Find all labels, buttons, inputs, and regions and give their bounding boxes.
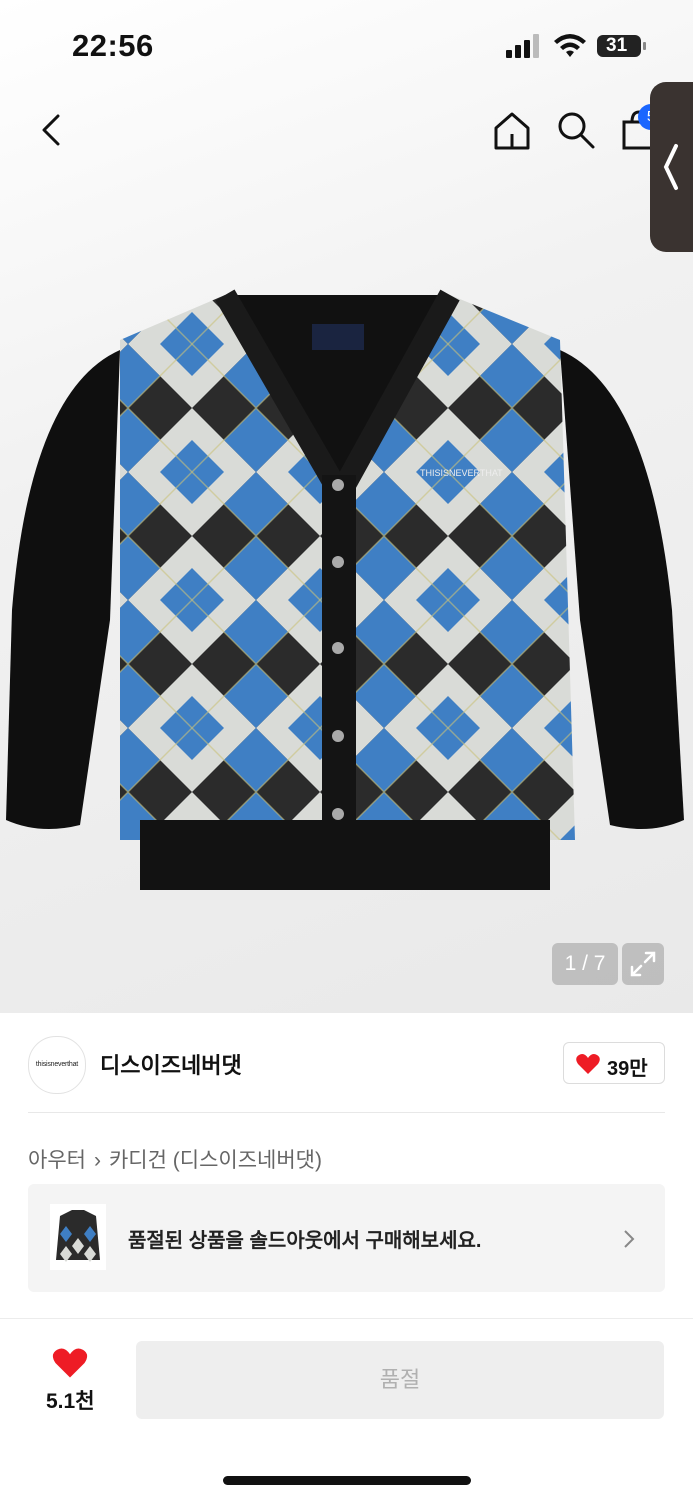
expand-icon[interactable] [622, 943, 664, 985]
brand-like-count: 39만 [607, 1058, 648, 1080]
soldout-banner-text: 품절된 상품을 솔드아웃에서 구매해보세요. [128, 1230, 482, 1252]
brand-like-button[interactable]: 39만 [563, 1042, 665, 1084]
favorite-heart-icon[interactable] [52, 1347, 88, 1379]
product-image[interactable]: THISISNEVERTHAT [0, 280, 693, 900]
back-icon[interactable] [36, 112, 68, 148]
status-bar: 22:56 31 [0, 0, 693, 90]
brand-logo[interactable]: thisisneverthat [28, 1036, 86, 1094]
product-thumbnail [50, 1204, 106, 1270]
home-icon[interactable] [492, 110, 532, 152]
battery-icon: 31 [596, 34, 648, 58]
soldout-buy-button[interactable]: 품절 [136, 1341, 664, 1419]
product-gallery[interactable]: THISISNEVERTHAT 22:56 31 1 / 7 [0, 0, 693, 1013]
bottom-action-bar: 5.1천 품절 [0, 1318, 693, 1501]
chevron-left-icon [663, 144, 678, 190]
chevron-right-icon: › [93, 1149, 101, 1172]
product-logo-text: THISISNEVERTHAT [420, 468, 503, 478]
heart-icon [576, 1054, 600, 1074]
status-time: 22:56 [72, 28, 154, 63]
breadcrumb: 아우터 › 카디건 (디스이즈네버댓) [28, 1144, 322, 1174]
search-icon[interactable] [556, 110, 596, 150]
side-panel-handle[interactable] [650, 82, 693, 252]
brand-name[interactable]: 디스이즈네버댓 [100, 1048, 242, 1080]
soldout-banner[interactable]: 품절된 상품을 솔드아웃에서 구매해보세요. [28, 1184, 665, 1292]
home-indicator[interactable] [223, 1476, 471, 1485]
battery-level: 31 [606, 35, 628, 56]
breadcrumb-subcategory[interactable]: 카디건 (디스이즈네버댓) [109, 1149, 322, 1172]
chevron-right-icon [624, 1230, 635, 1248]
image-counter: 1 / 7 [552, 943, 618, 985]
breadcrumb-category[interactable]: 아우터 [28, 1149, 86, 1172]
favorite-count: 5.1천 [46, 1390, 95, 1413]
signal-icon [506, 34, 539, 58]
wifi-icon [554, 34, 586, 57]
divider [28, 1112, 665, 1113]
brand-row[interactable]: thisisneverthat 디스이즈네버댓 39만 [0, 1030, 693, 1096]
